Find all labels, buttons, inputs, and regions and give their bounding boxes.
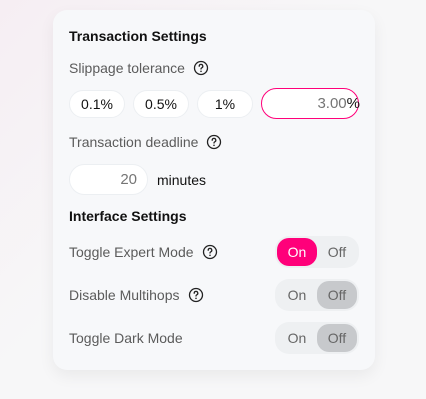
- slippage-preset-0-5[interactable]: 0.5%: [133, 90, 189, 118]
- multihops-label-row: Disable Multihops: [69, 279, 204, 311]
- slippage-preset-0-1[interactable]: 0.1%: [69, 90, 125, 118]
- expert-mode-toggle[interactable]: On Off: [275, 236, 359, 268]
- custom-slippage-input[interactable]: [266, 95, 347, 112]
- deadline-input[interactable]: [87, 171, 137, 188]
- interface-settings-title: Interface Settings: [69, 208, 187, 224]
- multihops-off-option[interactable]: Off: [317, 281, 357, 309]
- question-circle-icon[interactable]: [188, 287, 204, 303]
- transaction-deadline-row: Transaction deadline: [69, 134, 222, 150]
- deadline-field[interactable]: [69, 164, 148, 195]
- multihops-on-option[interactable]: On: [277, 281, 317, 309]
- dark-mode-off-option[interactable]: Off: [317, 324, 357, 352]
- expert-mode-label: Toggle Expert Mode: [69, 244, 194, 260]
- multihops-label: Disable Multihops: [69, 287, 180, 303]
- question-circle-icon[interactable]: [202, 244, 218, 260]
- custom-slippage-field[interactable]: %: [261, 88, 360, 119]
- dark-mode-on-option[interactable]: On: [277, 324, 317, 352]
- multihops-toggle[interactable]: On Off: [275, 279, 359, 311]
- dark-mode-row: Toggle Dark Mode On Off: [69, 322, 359, 354]
- question-circle-icon[interactable]: [206, 134, 222, 150]
- dark-mode-label-row: Toggle Dark Mode: [69, 322, 183, 354]
- question-circle-icon[interactable]: [193, 60, 209, 76]
- settings-panel: Transaction Settings Slippage tolerance …: [53, 10, 375, 370]
- slippage-preset-1[interactable]: 1%: [197, 90, 253, 118]
- expert-mode-label-row: Toggle Expert Mode: [69, 236, 218, 268]
- slippage-tolerance-row: Slippage tolerance: [69, 60, 209, 76]
- transaction-deadline-label: Transaction deadline: [69, 134, 199, 150]
- multihops-row: Disable Multihops On Off: [69, 279, 359, 311]
- transaction-settings-title: Transaction Settings: [69, 28, 207, 44]
- dark-mode-label: Toggle Dark Mode: [69, 330, 183, 346]
- expert-mode-row: Toggle Expert Mode On Off: [69, 236, 359, 268]
- deadline-unit-label: minutes: [157, 172, 207, 188]
- expert-mode-off-option[interactable]: Off: [317, 238, 357, 266]
- dark-mode-toggle[interactable]: On Off: [275, 322, 359, 354]
- slippage-tolerance-label: Slippage tolerance: [69, 60, 185, 76]
- expert-mode-on-option[interactable]: On: [277, 238, 317, 266]
- percent-suffix: %: [346, 95, 360, 112]
